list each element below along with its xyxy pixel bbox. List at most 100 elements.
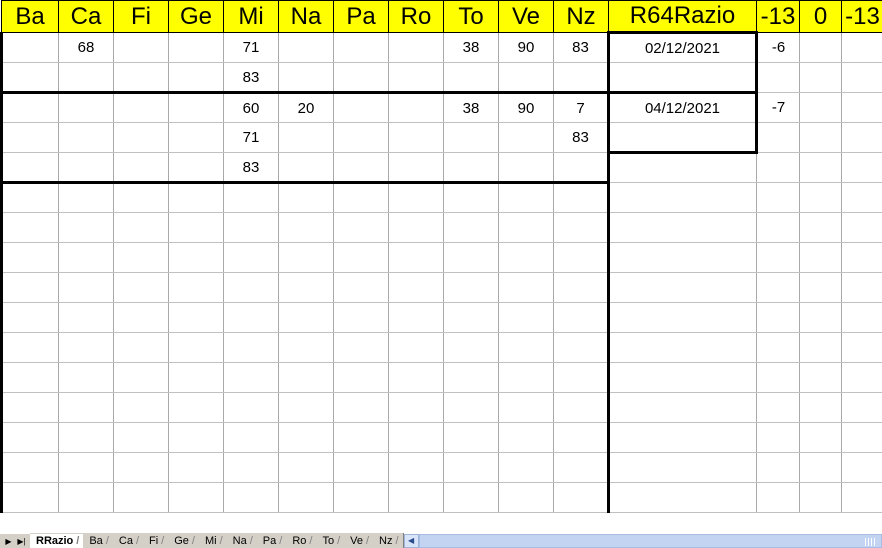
cell-na-2[interactable] — [278, 62, 334, 93]
cell-extra1-14[interactable] — [841, 422, 882, 453]
cell-ba-10[interactable] — [0, 302, 59, 333]
cell-extra0-1[interactable] — [799, 32, 842, 63]
cell-ca-1[interactable]: 68 — [58, 32, 114, 63]
cell-to-16[interactable] — [443, 482, 499, 513]
cell-ve-1[interactable]: 90 — [498, 32, 554, 63]
summary-header-0[interactable]: -13 — [756, 0, 800, 33]
cell-date-16[interactable] — [607, 482, 757, 513]
cell-fi-13[interactable] — [113, 392, 169, 423]
cell-extra0-4[interactable] — [799, 122, 842, 153]
cell-to-12[interactable] — [443, 362, 499, 393]
cell-delta-6[interactable] — [756, 182, 800, 213]
cell-na-1[interactable] — [278, 32, 334, 63]
cell-na-6[interactable] — [278, 182, 334, 213]
summary-header-1[interactable]: 0 — [799, 0, 842, 33]
cell-fi-10[interactable] — [113, 302, 169, 333]
cell-pa-14[interactable] — [333, 422, 389, 453]
cell-pa-3[interactable] — [333, 91, 389, 123]
cell-ba-4[interactable] — [0, 122, 59, 153]
cell-ro-16[interactable] — [388, 482, 444, 513]
cell-extra0-13[interactable] — [799, 392, 842, 423]
cell-nz-4[interactable]: 83 — [553, 122, 609, 153]
cell-date-8[interactable] — [607, 242, 757, 273]
cell-to-1[interactable]: 38 — [443, 32, 499, 63]
cell-ro-7[interactable] — [388, 212, 444, 243]
cell-extra1-10[interactable] — [841, 302, 882, 333]
table-row[interactable] — [0, 392, 882, 423]
cell-extra0-16[interactable] — [799, 482, 842, 513]
cell-delta-3[interactable]: -7 — [756, 92, 800, 123]
sheet-grid-viewport[interactable]: Ba Ca Fi Ge Mi Na Pa Ro To Ve Nz R64Razio -13 0 -13 68… — [0, 0, 882, 533]
cell-pa-5[interactable] — [333, 152, 389, 184]
cell-ca-12[interactable] — [58, 362, 114, 393]
cell-extra0-14[interactable] — [799, 422, 842, 453]
cell-nz-7[interactable] — [553, 212, 609, 243]
cell-fi-1[interactable] — [113, 32, 169, 63]
table-row[interactable] — [0, 242, 882, 273]
cell-ge-8[interactable] — [168, 242, 224, 273]
cell-extra1-12[interactable] — [841, 362, 882, 393]
cell-mi-11[interactable] — [223, 332, 279, 363]
cell-fi-11[interactable] — [113, 332, 169, 363]
cell-extra1-1[interactable] — [841, 32, 882, 63]
cell-extra1-16[interactable] — [841, 482, 882, 513]
column-header-mi[interactable]: Mi — [223, 0, 279, 33]
cell-pa-9[interactable] — [333, 272, 389, 303]
cell-delta-8[interactable] — [756, 242, 800, 273]
cell-extra1-3[interactable] — [841, 92, 882, 123]
table-row[interactable] — [0, 422, 882, 453]
column-header-nz[interactable]: Nz — [553, 0, 609, 33]
cell-to-10[interactable] — [443, 302, 499, 333]
cell-na-5[interactable] — [278, 152, 334, 184]
cell-ge-13[interactable] — [168, 392, 224, 423]
cell-ba-2[interactable] — [0, 62, 59, 93]
cell-mi-14[interactable] — [223, 422, 279, 453]
cell-ve-5[interactable] — [498, 152, 554, 184]
column-header-ca[interactable]: Ca — [58, 0, 114, 33]
cell-ca-2[interactable] — [58, 62, 114, 93]
sheet-tab-ro[interactable]: Ro / — [286, 534, 317, 548]
cell-to-15[interactable] — [443, 452, 499, 483]
cell-extra0-5[interactable] — [799, 152, 842, 183]
cell-mi-1[interactable]: 71 — [223, 32, 279, 63]
sheet-tab-na[interactable]: Na / — [226, 534, 257, 548]
table-row[interactable] — [0, 332, 882, 363]
cell-date-5[interactable] — [607, 152, 757, 183]
cell-na-3[interactable]: 20 — [278, 91, 334, 123]
cell-ro-5[interactable] — [388, 152, 444, 184]
sheet-tab-mi[interactable]: Mi / — [198, 534, 227, 548]
cell-date-13[interactable] — [607, 392, 757, 423]
cell-ro-13[interactable] — [388, 392, 444, 423]
cell-extra0-3[interactable] — [799, 92, 842, 123]
cell-ca-3[interactable] — [58, 91, 114, 123]
cell-ge-7[interactable] — [168, 212, 224, 243]
cell-ba-1[interactable] — [0, 32, 59, 63]
cell-pa-1[interactable] — [333, 32, 389, 63]
cell-date-14[interactable] — [607, 422, 757, 453]
cell-na-8[interactable] — [278, 242, 334, 273]
cell-pa-2[interactable] — [333, 62, 389, 93]
cell-delta-11[interactable] — [756, 332, 800, 363]
cell-to-11[interactable] — [443, 332, 499, 363]
column-header-ve[interactable]: Ve — [498, 0, 554, 33]
cell-fi-8[interactable] — [113, 242, 169, 273]
table-row[interactable] — [0, 452, 882, 483]
cell-extra1-7[interactable] — [841, 212, 882, 243]
cell-nz-12[interactable] — [553, 362, 609, 393]
cell-pa-8[interactable] — [333, 242, 389, 273]
cell-ve-15[interactable] — [498, 452, 554, 483]
cell-ro-6[interactable] — [388, 182, 444, 213]
cell-na-9[interactable] — [278, 272, 334, 303]
cell-ve-16[interactable] — [498, 482, 554, 513]
cell-to-14[interactable] — [443, 422, 499, 453]
cell-pa-16[interactable] — [333, 482, 389, 513]
table-row[interactable]: 83 — [0, 62, 882, 94]
cell-ro-9[interactable] — [388, 272, 444, 303]
cell-ba-3[interactable] — [0, 91, 59, 123]
cell-extra0-12[interactable] — [799, 362, 842, 393]
cell-ve-10[interactable] — [498, 302, 554, 333]
cell-date-15[interactable] — [607, 452, 757, 483]
cell-date-11[interactable] — [607, 332, 757, 363]
cell-ba-11[interactable] — [0, 332, 59, 363]
cell-ro-11[interactable] — [388, 332, 444, 363]
